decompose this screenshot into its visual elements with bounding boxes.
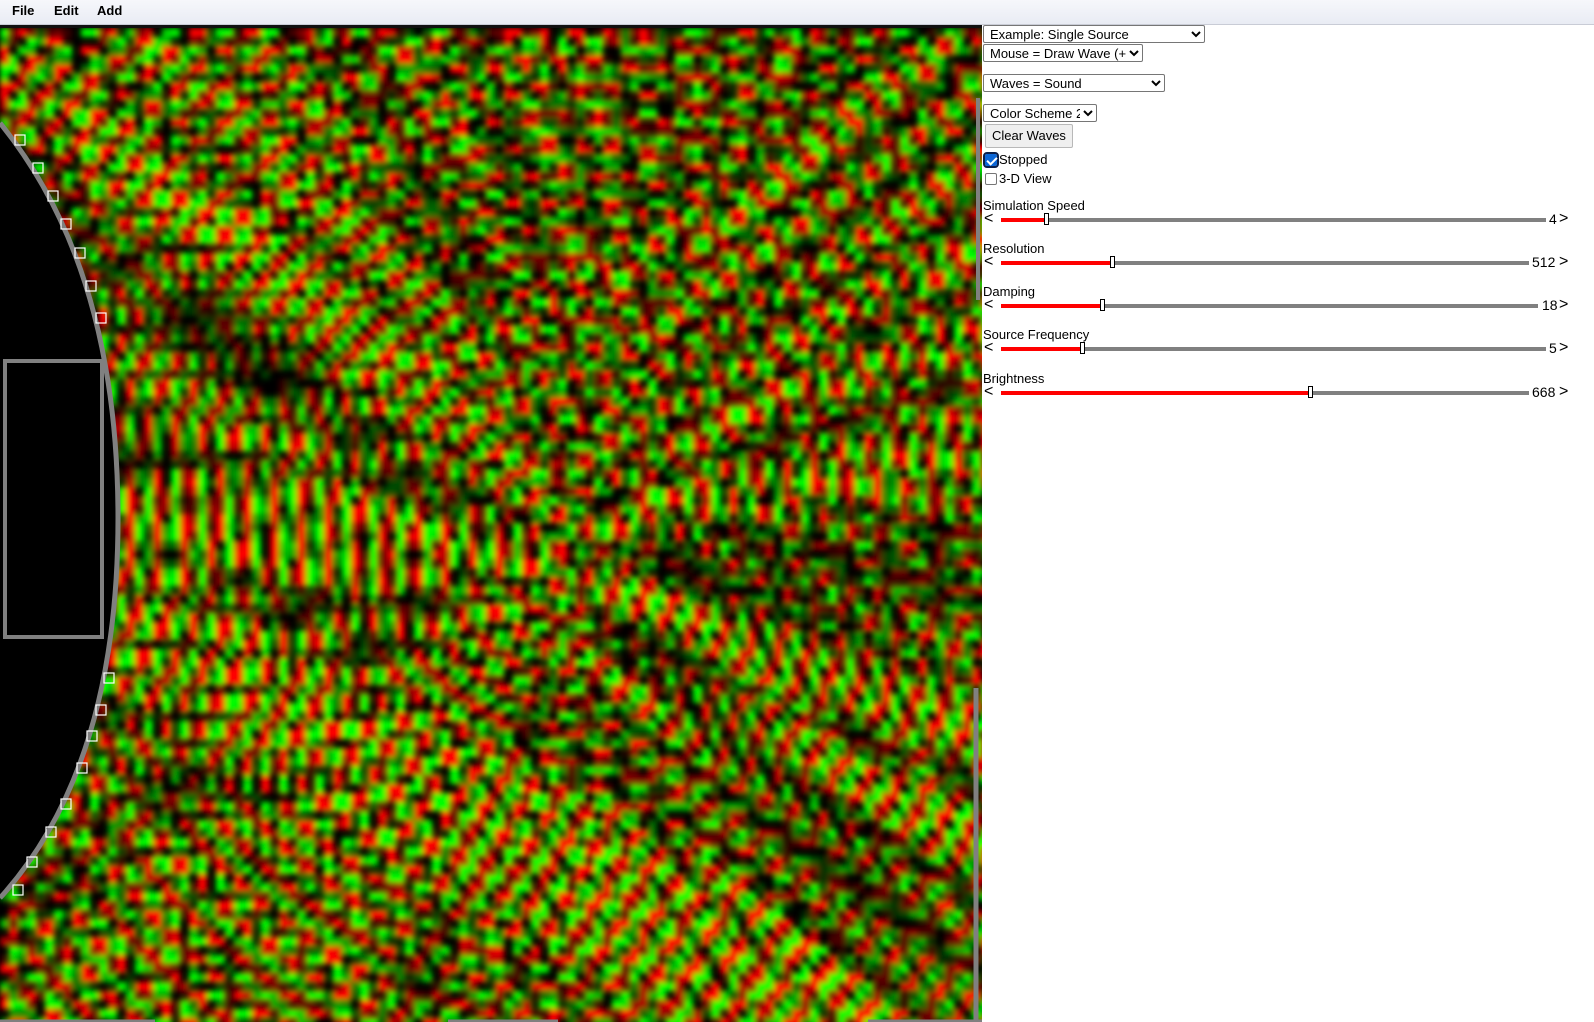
slider-left-arrow-icon[interactable]: < (984, 254, 993, 270)
slider-right-arrow-icon[interactable]: > (1559, 384, 1568, 400)
slider-fill (1001, 304, 1103, 308)
slider-track[interactable] (1001, 256, 1529, 268)
slider-value: 18 (1542, 297, 1558, 313)
slider-left-arrow-icon[interactable]: < (984, 384, 993, 400)
damping-slider[interactable]: < 18 > (982, 297, 1594, 315)
slider-thumb[interactable] (1307, 386, 1313, 398)
control-panel: Example: Single Source Mouse = Draw Wave… (982, 25, 1594, 1022)
view3d-checkbox[interactable] (985, 172, 997, 185)
mouse-mode-select[interactable]: Mouse = Draw Wave (+) (983, 44, 1143, 62)
example-select[interactable]: Example: Single Source (983, 25, 1205, 43)
slider-thumb[interactable] (1079, 342, 1085, 354)
wave-field[interactable] (0, 28, 982, 1022)
slider-right-arrow-icon[interactable]: > (1559, 211, 1568, 227)
slider-fill (1001, 391, 1310, 395)
slider-left-arrow-icon[interactable]: < (984, 340, 993, 356)
slider-left-arrow-icon[interactable]: < (984, 211, 993, 227)
stopped-checkbox[interactable] (983, 151, 999, 168)
stopped-checkbox-row[interactable]: Stopped (983, 151, 1048, 168)
menu-edit[interactable]: Edit (50, 3, 83, 18)
slider-right-arrow-icon[interactable]: > (1559, 340, 1568, 356)
slider-thumb[interactable] (1100, 299, 1106, 311)
resolution-slider[interactable]: < 512 > (982, 254, 1594, 272)
wall-box[interactable] (3, 359, 104, 639)
slider-thumb[interactable] (1110, 256, 1116, 268)
color-scheme-select[interactable]: Color Scheme 2 (983, 104, 1097, 122)
menu-file[interactable]: File (8, 3, 38, 18)
slider-left-arrow-icon[interactable]: < (984, 297, 993, 313)
slider-track[interactable] (1001, 342, 1546, 354)
frequency-slider[interactable]: < 5 > (982, 340, 1594, 358)
slider-value: 512 (1532, 254, 1556, 270)
slider-value: 5 (1549, 340, 1557, 356)
slider-fill (1001, 261, 1113, 265)
view3d-checkbox-row[interactable]: 3-D View (985, 170, 1052, 187)
slider-value: 668 (1532, 384, 1556, 400)
view3d-label: 3-D View (999, 171, 1052, 186)
speed-slider[interactable]: < 4 > (982, 211, 1594, 229)
slider-track[interactable] (1001, 213, 1546, 225)
waves-type-select[interactable]: Waves = Sound (983, 74, 1165, 92)
slider-track[interactable] (1001, 299, 1538, 311)
menubar: File Edit Add (0, 0, 1594, 25)
slider-fill (1001, 218, 1046, 222)
menu-add[interactable]: Add (93, 3, 126, 18)
slider-thumb[interactable] (1043, 213, 1049, 225)
slider-right-arrow-icon[interactable]: > (1559, 297, 1568, 313)
slider-fill (1001, 347, 1082, 351)
slider-right-arrow-icon[interactable]: > (1559, 254, 1568, 270)
clear-waves-button[interactable]: Clear Waves (985, 124, 1073, 148)
slider-track[interactable] (1001, 386, 1529, 398)
brightness-slider[interactable]: < 668 > (982, 384, 1594, 402)
slider-value: 4 (1549, 211, 1557, 227)
simulation-canvas[interactable] (0, 25, 982, 1022)
stopped-label: Stopped (999, 152, 1048, 167)
